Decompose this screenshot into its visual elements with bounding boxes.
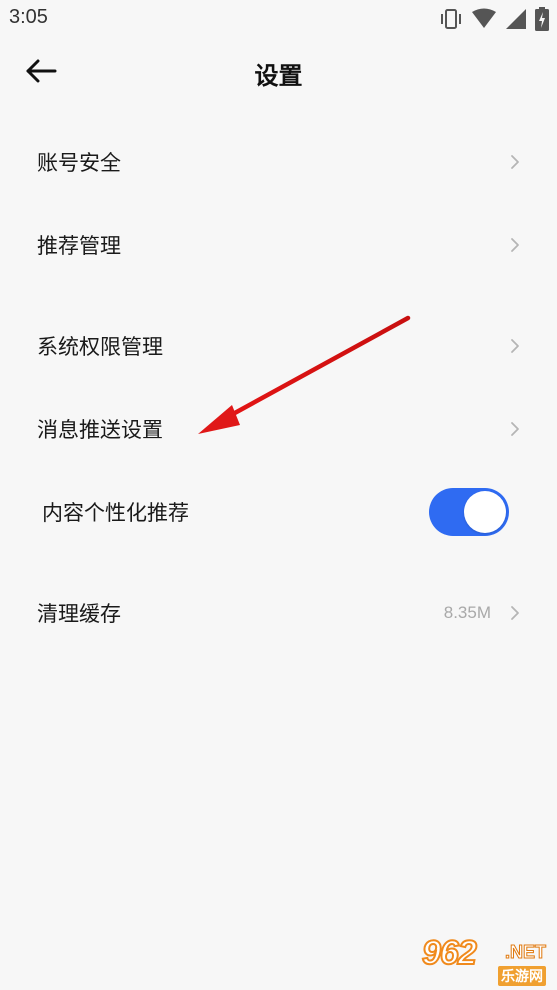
toggle-knob bbox=[464, 491, 506, 533]
personalized-recommend-toggle[interactable] bbox=[429, 488, 509, 536]
settings-item-system-permissions[interactable]: 系统权限管理 bbox=[0, 311, 557, 381]
battery-charging-icon bbox=[535, 7, 549, 31]
settings-item-label: 清理缓存 bbox=[37, 602, 121, 626]
settings-item-label: 消息推送设置 bbox=[37, 418, 163, 442]
chevron-right-icon bbox=[511, 422, 519, 436]
settings-screen: 3:05 设置 账号安全 推荐管理 系统权限管理 消息推送设置 内容个性化推荐 … bbox=[0, 0, 557, 990]
settings-item-personalized-recommend: 内容个性化推荐 bbox=[0, 477, 557, 547]
watermark-main: 962 bbox=[421, 933, 478, 973]
settings-item-recommend-manage[interactable]: 推荐管理 bbox=[0, 210, 557, 280]
watermark-sub: 乐游网 bbox=[498, 966, 546, 986]
settings-item-clear-cache[interactable]: 清理缓存 8.35M bbox=[0, 578, 557, 648]
chevron-right-icon bbox=[511, 606, 519, 620]
settings-item-push-settings[interactable]: 消息推送设置 bbox=[0, 394, 557, 464]
wifi-icon bbox=[472, 8, 496, 28]
status-icons bbox=[439, 6, 549, 32]
settings-item-account-security[interactable]: 账号安全 bbox=[0, 127, 557, 197]
vibrate-icon bbox=[441, 9, 461, 29]
settings-item-label: 账号安全 bbox=[37, 151, 121, 175]
watermark-logo: 962 .NET 乐游网 bbox=[412, 933, 552, 986]
status-time: 3:05 bbox=[9, 6, 48, 28]
chevron-right-icon bbox=[511, 155, 519, 169]
settings-item-label: 推荐管理 bbox=[37, 234, 121, 258]
settings-item-label: 系统权限管理 bbox=[37, 335, 163, 359]
cache-size-value: 8.35M bbox=[443, 603, 491, 622]
page-title: 设置 bbox=[254, 62, 303, 90]
signal-icon bbox=[506, 9, 526, 29]
chevron-right-icon bbox=[511, 238, 519, 252]
chevron-right-icon bbox=[511, 339, 519, 353]
header: 设置 bbox=[0, 38, 557, 108]
settings-item-label: 内容个性化推荐 bbox=[42, 501, 189, 525]
watermark-net: .NET bbox=[504, 942, 546, 963]
status-bar: 3:05 bbox=[0, 0, 557, 38]
